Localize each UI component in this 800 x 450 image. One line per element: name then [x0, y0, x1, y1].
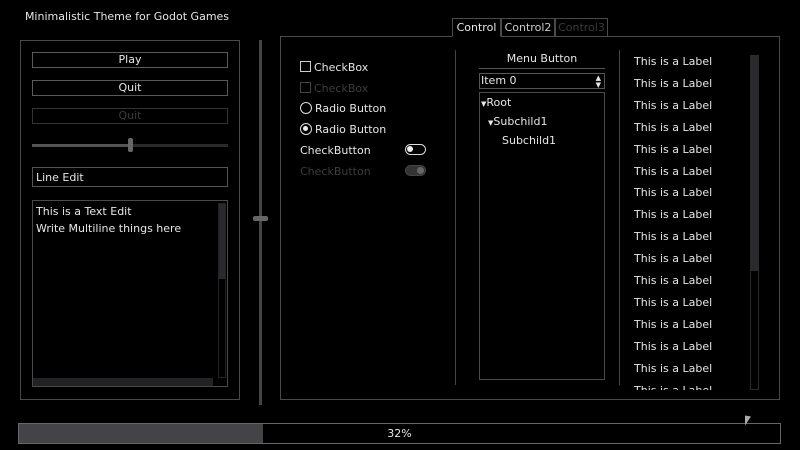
label-item: This is a Label [634, 383, 713, 391]
toggle-switch-disabled-icon [405, 165, 426, 176]
v-slider-grabber[interactable] [253, 216, 268, 221]
play-button[interactable]: Play [32, 52, 228, 68]
checkbox-disabled: CheckBox [300, 82, 368, 95]
option-button[interactable]: Item 0 ▲ ▼ [479, 73, 605, 89]
tree-item-subchild[interactable]: ▼Subchild1 [488, 115, 547, 128]
menu-button[interactable]: Menu Button [479, 52, 605, 65]
label-list[interactable]: This is a Label This is a Label This is a … [625, 50, 745, 390]
page-title: Minimalistic Theme for Godot Games [24, 10, 230, 23]
radio-button-selected[interactable]: Radio Button [300, 123, 386, 136]
tab-control2[interactable]: Control2 [501, 18, 555, 37]
label-item: This is a Label [634, 252, 713, 266]
check-button-disabled: CheckButton [300, 165, 371, 178]
label-item: This is a Label [634, 164, 713, 178]
text-edit[interactable]: This is a Text Edit Write Multiline thin… [32, 200, 228, 387]
checkbox-label: CheckBox [314, 61, 369, 74]
tab-control3: Control3 [555, 18, 608, 37]
tree-item-label: Root [486, 96, 512, 109]
h-slider[interactable] [32, 138, 228, 152]
label-item: This is a Label [634, 98, 713, 112]
text-edit-line: This is a Text Edit [36, 205, 132, 218]
progress-text: 32% [387, 427, 412, 440]
label-item: This is a Label [634, 230, 713, 244]
label-item: This is a Label [634, 142, 713, 156]
tree-item-label: Subchild1 [493, 115, 548, 128]
tree[interactable]: ▼Root ▼Subchild1 Subchild1 [479, 92, 605, 380]
checkbox[interactable]: CheckBox [300, 61, 368, 74]
radio-label: Radio Button [315, 102, 387, 115]
label-item: This is a Label [634, 120, 713, 134]
mouse-cursor-icon [745, 415, 751, 427]
radio-label: Radio Button [315, 123, 387, 136]
text-edit-h-scrollbar[interactable] [33, 378, 213, 386]
quit-button[interactable]: Quit [32, 80, 228, 96]
label-item: This is a Label [634, 361, 713, 375]
option-button-label: Item 0 [481, 74, 517, 87]
check-button[interactable]: CheckButton [300, 144, 371, 157]
radio-icon [300, 102, 312, 114]
text-edit-line: Write Multiline things here [36, 222, 182, 235]
divider [619, 50, 620, 385]
text-edit-v-scrollbar[interactable] [218, 203, 226, 378]
radio-button[interactable]: Radio Button [300, 102, 386, 115]
quit-button-disabled: Quit [32, 108, 228, 124]
checkbox-icon [300, 61, 311, 72]
label-item: This is a Label [634, 274, 713, 287]
label-list-scrollbar[interactable] [750, 55, 759, 390]
menu-button-underline [479, 68, 605, 69]
divider [455, 50, 456, 385]
v-slider[interactable] [253, 40, 268, 405]
label-item: This is a Label [634, 76, 713, 90]
h-slider-grabber[interactable] [128, 138, 133, 152]
checkbox-label: CheckBox [314, 82, 369, 95]
tree-item-root[interactable]: ▼Root [481, 96, 511, 109]
label-item: This is a Label [634, 55, 713, 68]
label-item: This is a Label [634, 208, 713, 222]
radio-selected-icon [300, 123, 312, 135]
tab-control[interactable]: Control [452, 18, 501, 37]
label-item: This is a Label [634, 295, 713, 309]
scrollbar-grabber[interactable] [751, 56, 758, 271]
label-item: This is a Label [634, 186, 713, 200]
up-down-arrows-icon: ▲ ▼ [595, 74, 601, 89]
label-item: This is a Label [634, 317, 713, 331]
checkbox-icon [300, 82, 311, 93]
tree-item-subchild-leaf[interactable]: Subchild1 [502, 134, 556, 147]
progress-bar: 32% [18, 423, 781, 444]
label-item: This is a Label [634, 339, 713, 353]
h-slider-fill [32, 144, 130, 147]
toggle-switch-icon[interactable] [405, 144, 426, 155]
line-edit[interactable]: Line Edit [32, 167, 228, 187]
